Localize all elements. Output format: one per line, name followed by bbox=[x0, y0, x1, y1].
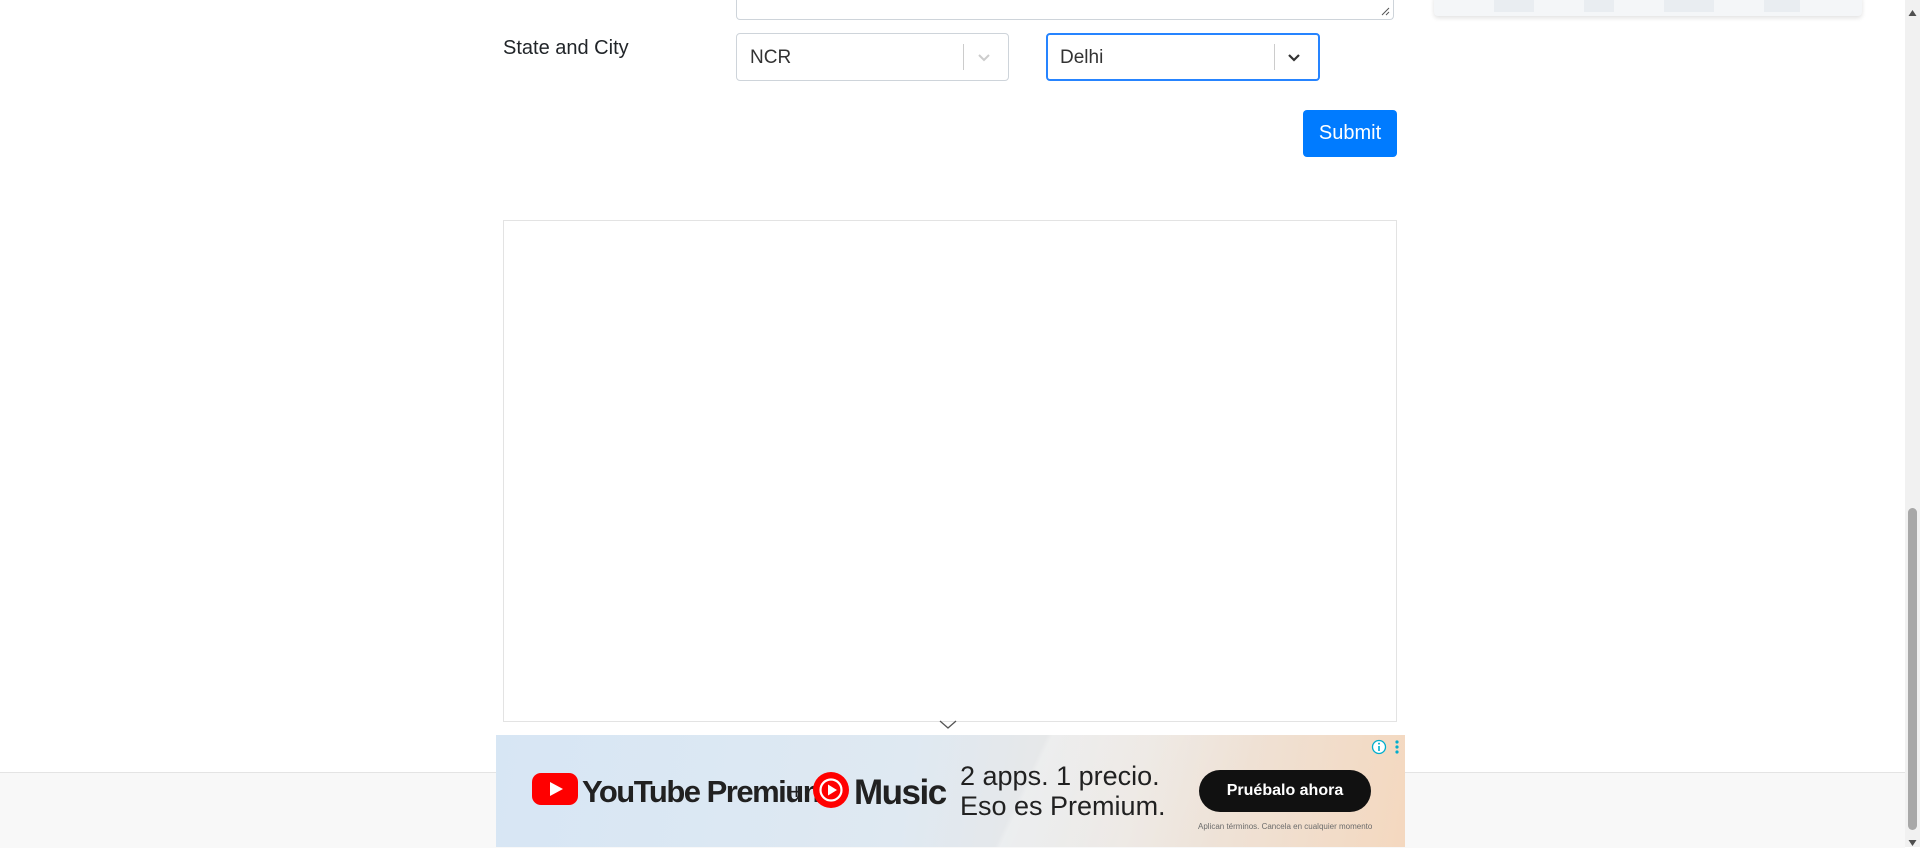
music-text: Music bbox=[854, 772, 947, 812]
youtube-play-icon bbox=[532, 773, 578, 810]
scroll-down-arrow-icon[interactable] bbox=[1908, 834, 1917, 846]
embedded-frame[interactable] bbox=[503, 220, 1397, 722]
music-play-icon bbox=[812, 771, 850, 814]
city-select-value: Delhi bbox=[1060, 47, 1104, 68]
try-now-button[interactable]: Pruébalo ahora bbox=[1199, 770, 1371, 812]
submit-button[interactable]: Submit bbox=[1303, 110, 1397, 157]
state-select[interactable]: NCR bbox=[736, 33, 1009, 81]
scrollbar-thumb[interactable] bbox=[1908, 508, 1917, 830]
resize-handle-icon[interactable] bbox=[1381, 7, 1390, 16]
more-options-icon[interactable] bbox=[1391, 739, 1403, 755]
ad-banner[interactable]: YouTube Premium + Music 2 apps. 1 precio… bbox=[496, 735, 1405, 847]
state-select-separator bbox=[963, 44, 964, 70]
ad-info-icon[interactable] bbox=[1371, 739, 1387, 755]
youtube-music-logo: Music bbox=[812, 771, 947, 814]
ad-fineprint: Aplican términos. Cancela en cualquier m… bbox=[1198, 822, 1373, 831]
city-select[interactable]: Delhi bbox=[1046, 33, 1320, 81]
ad-tagline-line2: Eso es Premium. bbox=[960, 791, 1166, 821]
side-map-card bbox=[1434, 0, 1862, 16]
youtube-premium-logo: YouTube Premium bbox=[532, 773, 830, 810]
ad-tagline-line1: 2 apps. 1 precio. bbox=[960, 761, 1160, 791]
state-city-label: State and City bbox=[503, 37, 629, 59]
chevron-down-icon[interactable] bbox=[974, 47, 994, 67]
ad-tagline: 2 apps. 1 precio. Eso es Premium. bbox=[960, 761, 1166, 821]
plus-sign: + bbox=[790, 779, 803, 804]
page-scrollbar[interactable] bbox=[1905, 0, 1920, 847]
message-textarea[interactable] bbox=[736, 0, 1394, 20]
scroll-up-arrow-icon[interactable] bbox=[1908, 4, 1917, 16]
chevron-down-icon[interactable] bbox=[938, 718, 958, 732]
state-select-value: NCR bbox=[750, 47, 792, 68]
chevron-down-icon[interactable] bbox=[1284, 47, 1304, 67]
city-select-separator bbox=[1274, 44, 1275, 70]
